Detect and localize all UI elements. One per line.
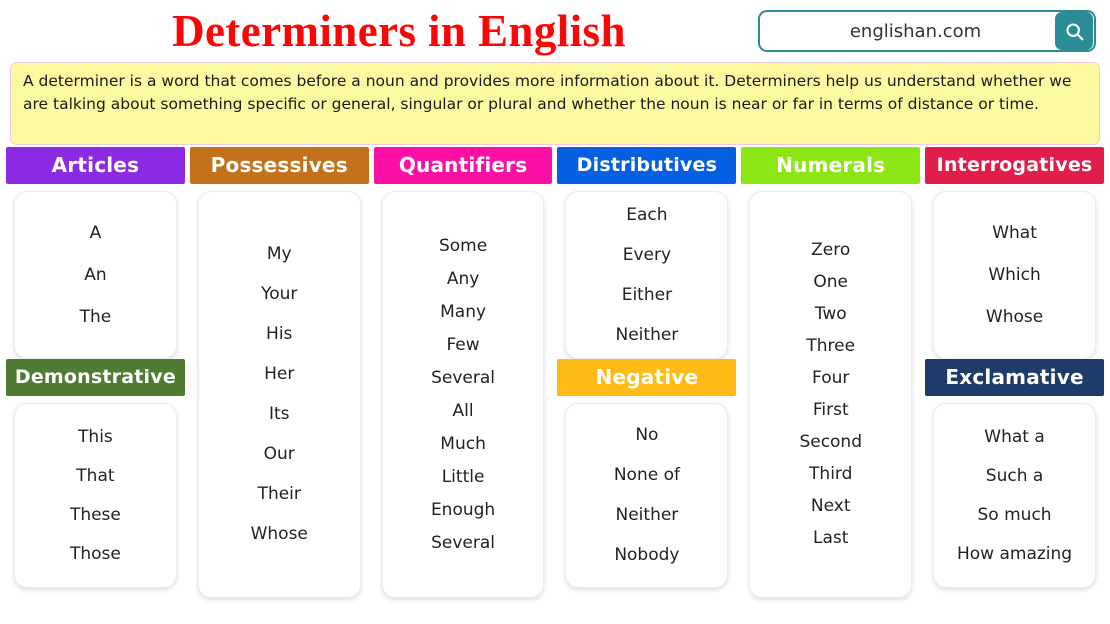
- categories-grid: Articles A An The Demonstrative This That These…: [0, 145, 1110, 598]
- list-item: My: [266, 244, 292, 264]
- category-column-numerals: Numerals Zero One Two Three Four First Second Th…: [741, 147, 921, 598]
- list-item: Zero: [811, 240, 851, 260]
- category-column-articles: Articles A An The Demonstrative This That These…: [6, 147, 185, 598]
- search-icon: [1064, 21, 1085, 42]
- list-item: What a: [984, 426, 1045, 447]
- list-item: Any: [446, 268, 480, 289]
- list-item: Neither: [615, 505, 679, 525]
- word-card-articles: A An The: [14, 191, 177, 359]
- determiners-infographic: Determiners in English A determiner is a…: [0, 0, 1110, 624]
- list-item: Two: [814, 304, 847, 324]
- category-header-negative[interactable]: Negative: [557, 359, 737, 396]
- page-title: Determiners in English: [172, 6, 626, 56]
- list-item: Whose: [985, 306, 1044, 327]
- word-card-demonstrative: This That These Those: [14, 403, 177, 588]
- search-button[interactable]: [1055, 12, 1093, 50]
- word-card-interrogatives: What Which Whose: [933, 191, 1096, 359]
- intro-paragraph: A determiner is a word that comes before…: [10, 62, 1100, 145]
- list-item: What: [992, 222, 1037, 243]
- list-item: Enough: [430, 499, 496, 520]
- list-item: Several: [431, 532, 496, 553]
- list-item: Its: [268, 404, 290, 424]
- list-item: Last: [813, 528, 849, 548]
- list-item: All: [452, 400, 474, 421]
- category-header-demonstrative[interactable]: Demonstrative: [6, 359, 185, 396]
- list-item: Each: [626, 204, 668, 225]
- list-item: So much: [977, 504, 1052, 525]
- list-item: Neither: [615, 324, 679, 345]
- word-card-exclamative: What a Such a So much How amazing: [933, 403, 1096, 588]
- list-item: Her: [264, 364, 295, 384]
- category-column-distributives: Distributives Each Every Either Neither Negat…: [557, 147, 737, 598]
- list-item: Several: [431, 367, 496, 388]
- list-item: Every: [622, 244, 672, 265]
- list-item: Little: [441, 466, 485, 487]
- category-header-quantifiers[interactable]: Quantifiers: [373, 147, 553, 184]
- list-item: This: [78, 426, 113, 447]
- list-item: How amazing: [957, 543, 1073, 564]
- list-item: Second: [799, 432, 863, 452]
- list-item: Third: [809, 464, 853, 484]
- list-item: One: [813, 272, 849, 292]
- list-item: Few: [446, 334, 480, 355]
- word-card-possessives: My Your His Her Its Our Their Whose: [197, 191, 361, 598]
- list-item: Four: [812, 368, 850, 388]
- list-item: That: [76, 465, 115, 486]
- category-header-exclamative[interactable]: Exclamative: [925, 359, 1104, 396]
- top-bar: Determiners in English: [0, 0, 1110, 62]
- list-item: Some: [438, 235, 488, 256]
- list-item: Next: [810, 496, 851, 516]
- word-card-numerals: Zero One Two Three Four First Second Third Next L…: [749, 191, 913, 598]
- list-item: His: [266, 324, 293, 344]
- list-item: No: [635, 425, 659, 445]
- list-item: Those: [69, 543, 121, 564]
- category-header-interrogatives[interactable]: Interrogatives: [925, 147, 1104, 184]
- list-item: Which: [988, 264, 1041, 285]
- list-item: Nobody: [614, 545, 680, 565]
- category-header-numerals[interactable]: Numerals: [741, 147, 921, 184]
- list-item: Your: [261, 284, 298, 304]
- list-item: Such a: [985, 465, 1044, 486]
- list-item: Our: [263, 444, 295, 464]
- list-item: These: [69, 504, 121, 525]
- search-box[interactable]: [758, 10, 1096, 52]
- list-item: The: [79, 306, 112, 327]
- word-card-distributives: Each Every Either Neither: [565, 191, 729, 359]
- list-item: Either: [621, 284, 673, 305]
- category-header-possessives[interactable]: Possessives: [189, 147, 369, 184]
- category-column-quantifiers: Quantifiers Some Any Many Few Several All Much L…: [373, 147, 553, 598]
- list-item: Three: [806, 336, 856, 356]
- list-item: Many: [440, 301, 487, 322]
- category-header-articles[interactable]: Articles: [6, 147, 185, 184]
- list-item: An: [84, 264, 107, 285]
- category-column-interrogatives: Interrogatives What Which Whose Exclamative W…: [925, 147, 1104, 598]
- list-item: Their: [257, 484, 301, 504]
- list-item: First: [812, 400, 849, 420]
- category-header-distributives[interactable]: Distributives: [557, 147, 737, 184]
- category-column-possessives: Possessives My Your His Her Its Our Their Whose: [189, 147, 369, 598]
- search-input[interactable]: [760, 20, 1055, 42]
- word-card-negative: No None of Neither Nobody: [565, 403, 729, 588]
- list-item: Whose: [250, 524, 308, 544]
- word-card-quantifiers: Some Any Many Few Several All Much Little Enough…: [381, 191, 545, 598]
- list-item: None of: [613, 465, 680, 485]
- list-item: A: [89, 222, 102, 243]
- list-item: Much: [440, 433, 486, 454]
